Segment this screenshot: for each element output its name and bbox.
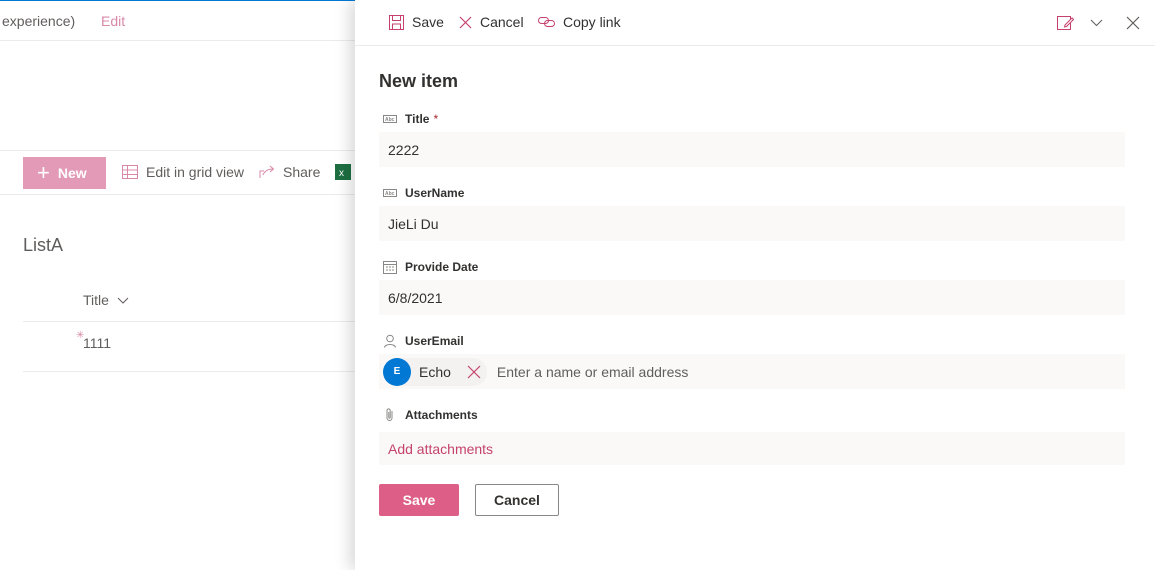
- link-icon: [538, 17, 555, 27]
- save-icon: [389, 14, 404, 30]
- title-field-label: Abc Title *: [383, 112, 438, 126]
- column-header-label: Title: [83, 292, 109, 308]
- persona-name: Echo: [419, 363, 451, 380]
- useremail-field-label: UserEmail: [383, 334, 464, 348]
- people-picker-placeholder[interactable]: Enter a name or email address: [497, 364, 688, 380]
- title-label-text: Title: [405, 112, 430, 126]
- new-item-panel: Save Cancel Copy link New item Abc Title…: [355, 0, 1155, 570]
- svg-text:Abc: Abc: [385, 117, 395, 123]
- copy-link-label: Copy link: [563, 14, 621, 30]
- toolbar-save-button[interactable]: Save: [389, 14, 444, 30]
- export-excel-button[interactable]: x: [335, 164, 351, 180]
- save-button[interactable]: Save: [379, 484, 459, 516]
- useremail-label-text: UserEmail: [405, 334, 464, 348]
- attachments-field-label: Attachments: [383, 408, 478, 422]
- required-asterisk: *: [433, 112, 439, 126]
- toolbar-cancel-button[interactable]: Cancel: [459, 14, 524, 30]
- provide-date-field-label: Provide Date: [383, 260, 478, 274]
- panel-command-bar: Save Cancel Copy link: [355, 0, 1155, 46]
- close-panel-icon[interactable]: [1126, 16, 1140, 30]
- list-item-title[interactable]: 1111: [83, 335, 111, 351]
- username-input-value: JieLi Du: [388, 215, 439, 232]
- provide-date-input-value: 6/8/2021: [388, 289, 443, 306]
- list-title: ListA: [23, 235, 64, 255]
- title-input-value: 2222: [388, 141, 420, 158]
- avatar: E: [383, 357, 411, 386]
- edit-link[interactable]: Edit: [101, 13, 125, 29]
- add-attachments-link[interactable]: Add attachments: [388, 441, 493, 457]
- svg-text:Abc: Abc: [385, 191, 395, 197]
- new-button-label: New: [57, 165, 87, 181]
- provide-date-input[interactable]: 6/8/2021: [379, 280, 1125, 315]
- svg-text:x: x: [339, 168, 344, 179]
- chevron-down-icon: [117, 297, 129, 304]
- panel-title: New item: [379, 71, 459, 91]
- username-field-label: Abc UserName: [383, 186, 464, 200]
- share-label: Share: [283, 164, 321, 180]
- toolbar-cancel-label: Cancel: [480, 14, 524, 30]
- username-input[interactable]: JieLi Du: [379, 206, 1125, 241]
- grid-icon: [122, 165, 138, 179]
- person-icon: [384, 334, 396, 348]
- attachments-label-text: Attachments: [405, 408, 478, 422]
- copy-link-button[interactable]: Copy link: [538, 14, 621, 30]
- excel-icon: x: [335, 164, 351, 180]
- edit-in-grid-view-button[interactable]: Edit in grid view: [122, 164, 244, 180]
- row-divider: [23, 371, 355, 372]
- close-icon: [459, 16, 472, 28]
- title-column-header[interactable]: Title: [83, 292, 129, 308]
- paperclip-icon: [386, 408, 393, 421]
- username-label-text: UserName: [405, 186, 465, 200]
- edit-grid-label: Edit in grid view: [146, 164, 245, 180]
- edit-form-icon[interactable]: [1057, 15, 1074, 30]
- toolbar-save-label: Save: [412, 14, 444, 30]
- breadcrumb-fragment: experience): [2, 13, 76, 29]
- remove-icon[interactable]: [467, 365, 481, 379]
- persona-chip[interactable]: E Echo: [383, 357, 487, 386]
- share-button[interactable]: Share: [259, 164, 320, 180]
- chevron-down-icon[interactable]: [1090, 19, 1103, 27]
- share-icon: [259, 165, 275, 178]
- plus-icon: +: [37, 160, 50, 185]
- calendar-icon: [383, 261, 397, 274]
- list-command-bar: + New Edit in grid view Share x: [0, 150, 355, 195]
- row-divider: [23, 321, 355, 322]
- text-field-icon: Abc: [383, 115, 397, 123]
- attachments-box: Add attachments: [379, 432, 1125, 465]
- text-field-icon: Abc: [383, 189, 397, 197]
- people-picker[interactable]: E Echo Enter a name or email address: [379, 354, 1125, 389]
- provide-date-label-text: Provide Date: [405, 260, 479, 274]
- panel-window-controls: [1057, 15, 1140, 30]
- cancel-button[interactable]: Cancel: [475, 484, 559, 516]
- title-input[interactable]: 2222: [379, 132, 1125, 167]
- new-button[interactable]: + New: [23, 157, 106, 189]
